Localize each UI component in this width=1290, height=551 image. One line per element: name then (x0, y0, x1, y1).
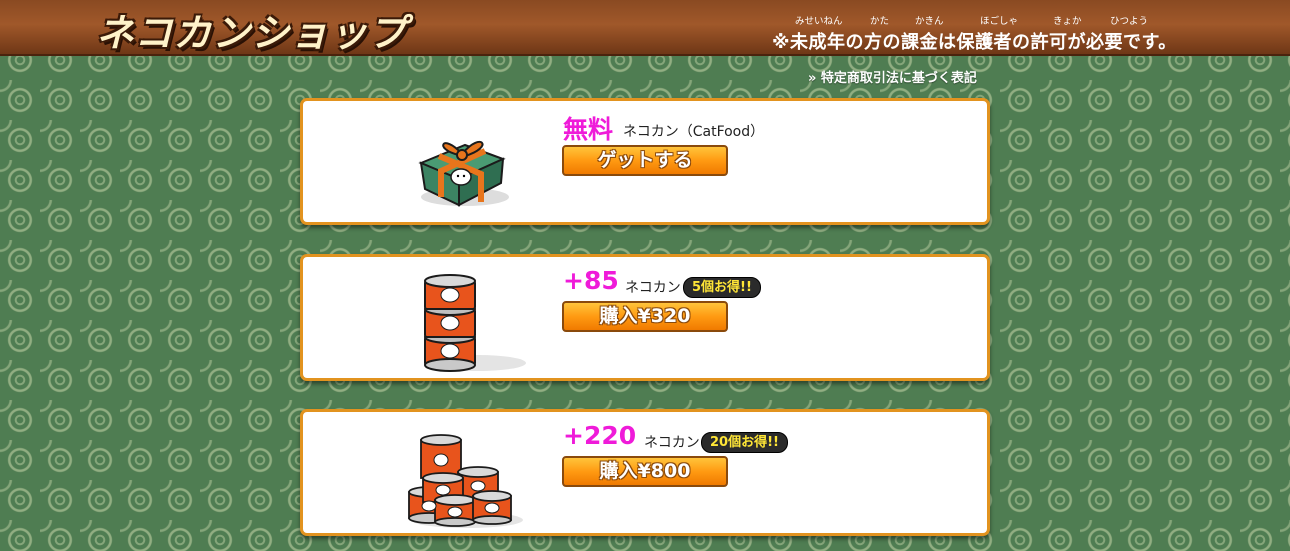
gift-box-icon (403, 111, 533, 221)
bonus-badge: 5個お得!! (683, 277, 761, 298)
item-unit: ネコカン (644, 435, 700, 451)
buy-800-button[interactable]: 購入¥800 (562, 456, 728, 487)
shop-item-220: +220 ネコカン 20個お得!! 購入¥800 (300, 409, 990, 536)
header-bar: ネコカンショップ みせいねん かた かきん ほごしゃ きょか ひつよう ※未成年… (0, 0, 1290, 56)
item-amount: 無料 (563, 115, 614, 144)
ruby-hitsuyou: ひつよう (1110, 16, 1149, 27)
can-pile-icon (403, 422, 533, 532)
ruby-kyoka: きょか (1053, 16, 1082, 27)
parental-notice: ※未成年の方の課金は保護者の許可が必要です。 (772, 32, 1177, 53)
ruby-kakin: かきん (915, 16, 944, 27)
item-amount: +220 (563, 421, 637, 450)
can-stack-icon (403, 267, 533, 377)
item-amount: +85 (563, 266, 619, 295)
item-unit: ネコカン (625, 280, 681, 296)
bonus-badge: 20個お得!! (701, 432, 788, 453)
shop-item-free: 無料 ネコカン（CatFood） ゲットする (300, 98, 990, 225)
commercial-law-link[interactable]: » 特定商取引法に基づく表記 (808, 67, 977, 86)
buy-320-button[interactable]: 購入¥320 (562, 301, 728, 332)
ruby-hogosha: ほごしゃ (980, 16, 1019, 27)
ruby-misei: みせいねん (795, 16, 843, 27)
item-unit: ネコカン（CatFood） (623, 124, 765, 140)
ruby-kata: かた (870, 16, 890, 27)
shop-item-85: +85 ネコカン 5個お得!! 購入¥320 (300, 254, 990, 381)
get-free-button[interactable]: ゲットする (562, 145, 728, 176)
shop-logo: ネコカンショップ (96, 11, 408, 55)
